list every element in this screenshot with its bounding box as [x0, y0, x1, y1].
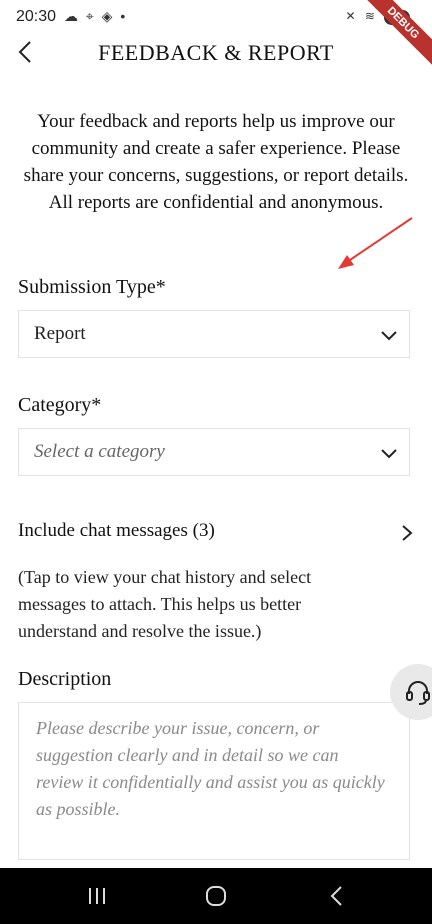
- page-title: FEEDBACK & REPORT: [98, 40, 334, 65]
- headset-icon: [406, 681, 430, 705]
- system-nav-bar: [0, 868, 432, 924]
- category-label: Category*: [18, 394, 102, 416]
- chevron-down-icon: [381, 331, 397, 341]
- category-select[interactable]: Select a category: [18, 428, 410, 476]
- description-placeholder: Please describe your issue, concern, or …: [36, 718, 385, 819]
- category-placeholder: Select a category: [34, 441, 165, 462]
- submission-type-label: Submission Type*: [18, 276, 166, 298]
- submission-type-value: Report: [34, 323, 86, 344]
- include-chat-messages-row[interactable]: Include chat messages (3): [18, 515, 414, 549]
- chevron-right-icon: [402, 525, 413, 541]
- chevron-down-icon: [381, 449, 397, 459]
- status-time: 20:30: [16, 8, 57, 25]
- notification-icons: ☁ ⌖ ◈ •: [64, 8, 128, 24]
- include-chat-messages-label: Include chat messages (3): [18, 520, 215, 541]
- description-textarea[interactable]: Please describe your issue, concern, or …: [18, 702, 410, 860]
- app-header: FEEDBACK & REPORT: [0, 36, 432, 72]
- annotation-arrow-icon: [338, 217, 413, 269]
- description-label: Description: [18, 668, 112, 690]
- home-icon[interactable]: [201, 882, 231, 910]
- recent-apps-icon[interactable]: [82, 882, 112, 910]
- submission-type-select[interactable]: Report: [18, 310, 410, 358]
- intro-text: Your feedback and reports help us improv…: [23, 111, 409, 213]
- chat-messages-helper-text: (Tap to view your chat history and selec…: [18, 567, 312, 641]
- status-bar: 20:30 ☁ ⌖ ◈ • ✕ ≋ ıll 79 DEBUG: [0, 0, 432, 69]
- back-icon[interactable]: [322, 882, 352, 910]
